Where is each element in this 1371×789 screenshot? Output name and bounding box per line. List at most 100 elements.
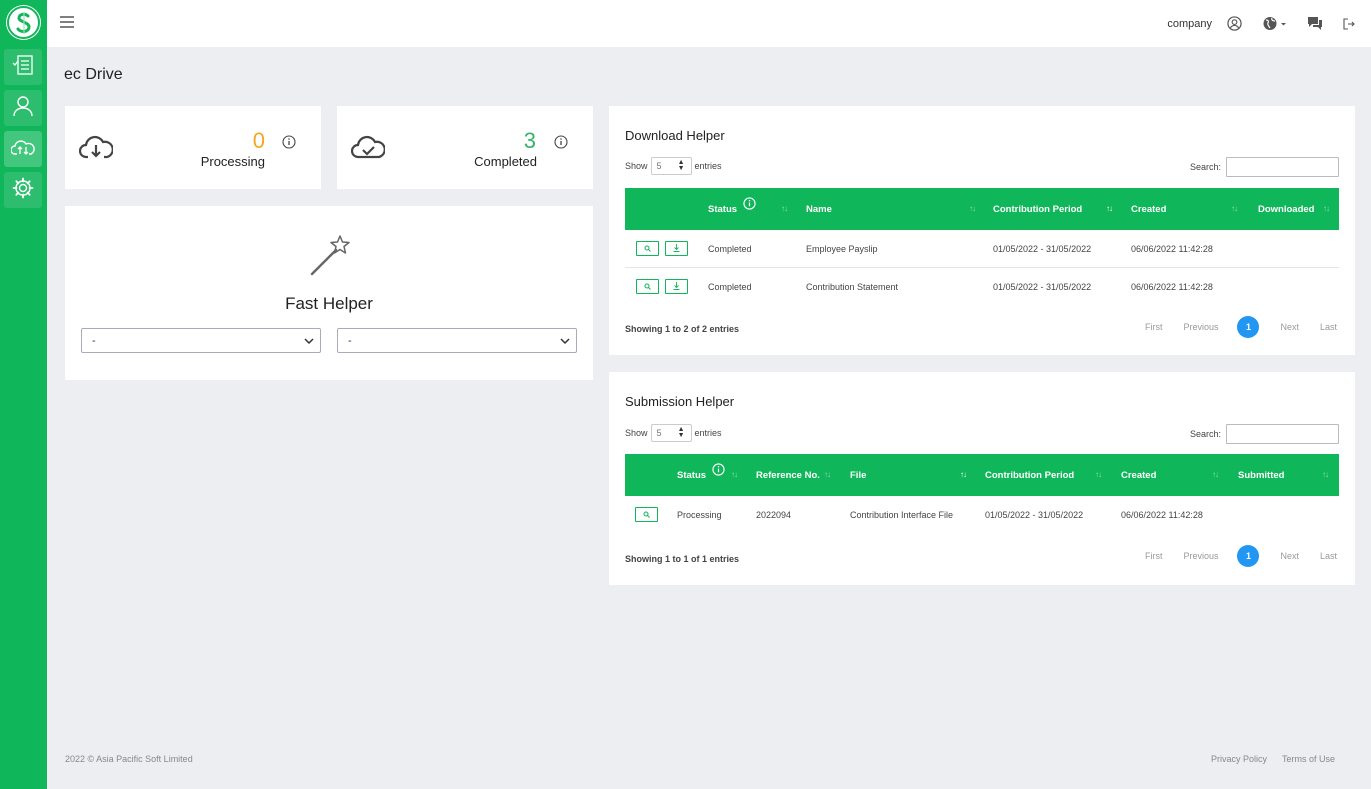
select-2-value: -	[348, 335, 352, 347]
sidebar-item-settings[interactable]	[4, 172, 42, 208]
col-status-label: Status	[708, 203, 738, 215]
page-first[interactable]: First	[1145, 551, 1163, 561]
completed-label: Completed	[474, 154, 537, 169]
col-status[interactable]: Status	[708, 188, 756, 230]
show-label: Show	[625, 161, 648, 171]
col-created[interactable]: Created	[1121, 454, 1156, 496]
download-button[interactable]	[665, 279, 688, 294]
search-box: Search:	[1190, 157, 1339, 177]
fast-helper-select-1[interactable]: -	[81, 328, 321, 353]
info-icon[interactable]	[743, 197, 756, 213]
col-period-label: Contribution Period	[993, 203, 1083, 215]
gear-icon	[12, 177, 34, 204]
search-label: Search:	[1189, 162, 1221, 172]
user-icon	[12, 95, 34, 122]
sort-desc-icon[interactable]: ↑↓	[960, 470, 967, 479]
cell-reference: 2022094	[756, 510, 792, 520]
page-previous[interactable]: Previous	[1183, 322, 1218, 332]
page-next[interactable]: Next	[1280, 322, 1299, 332]
brand-s-logo[interactable]	[7, 6, 40, 39]
document-checklist-icon	[11, 54, 35, 81]
cell-created: 06/06/2022 11:42:28	[1131, 282, 1213, 292]
sort-icon[interactable]: ↑↓	[969, 204, 976, 213]
logout-icon[interactable]	[1343, 16, 1359, 32]
col-created-label: Created	[1121, 469, 1157, 481]
col-name[interactable]: Name	[806, 188, 832, 230]
user-circle-icon[interactable]	[1227, 16, 1243, 32]
footer-links: Privacy Policy Terms of Use	[1196, 754, 1335, 764]
privacy-policy-link[interactable]: Privacy Policy	[1211, 754, 1267, 764]
sort-icon[interactable]: ↑↓	[1322, 470, 1329, 479]
col-file[interactable]: File	[850, 454, 866, 496]
info-icon[interactable]	[712, 463, 725, 479]
sort-icon[interactable]: ↑↓	[1231, 204, 1238, 213]
col-period[interactable]: Contribution Period	[993, 188, 1082, 230]
chevron-down-icon	[560, 336, 570, 348]
sidebar-item-documents[interactable]	[4, 49, 42, 85]
col-status[interactable]: Status	[677, 454, 725, 496]
search-label: Search:	[1189, 429, 1221, 439]
page-current[interactable]: 1	[1237, 316, 1260, 338]
info-icon[interactable]	[282, 135, 296, 149]
col-reference[interactable]: Reference No.	[756, 454, 820, 496]
col-reference-label: Reference No.	[756, 469, 820, 481]
chat-icon[interactable]	[1307, 16, 1323, 32]
copyright: 2022 © Asia Pacific Soft Limited	[65, 754, 193, 764]
entries-select[interactable]: 5 ▲ ▼	[650, 424, 692, 442]
view-button[interactable]	[636, 279, 659, 294]
sort-icon[interactable]: ↑↓	[781, 204, 788, 213]
submission-helper-title: Submission Helper	[625, 394, 735, 409]
select-1-value: -	[92, 335, 96, 347]
cell-period: 01/05/2022 - 31/05/2022	[993, 282, 1092, 292]
col-submitted[interactable]: Submitted	[1238, 454, 1284, 496]
col-status-label: Status	[677, 469, 707, 481]
sort-desc-icon[interactable]: ↑↓	[1106, 204, 1113, 213]
download-button[interactable]	[665, 241, 688, 256]
hamburger-icon[interactable]	[60, 15, 76, 31]
processing-count: 0	[252, 128, 265, 153]
search-input[interactable]	[1226, 157, 1339, 177]
page-next[interactable]: Next	[1280, 551, 1299, 561]
sort-icon[interactable]: ↑↓	[1323, 204, 1330, 213]
page-current[interactable]: 1	[1237, 545, 1260, 567]
page-title: ec Drive	[64, 66, 123, 83]
magic-wand-icon	[309, 234, 353, 281]
entries-select[interactable]: 5 ▲ ▼	[650, 157, 692, 175]
view-button[interactable]	[636, 241, 659, 256]
col-created[interactable]: Created	[1131, 188, 1166, 230]
page-last[interactable]: Last	[1320, 322, 1337, 332]
sidebar-item-drive[interactable]	[4, 131, 42, 167]
sidebar-item-users[interactable]	[4, 90, 42, 126]
fast-helper-title: Fast Helper	[285, 294, 373, 313]
page-last[interactable]: Last	[1320, 551, 1337, 561]
col-downloaded[interactable]: Downloaded	[1258, 188, 1314, 230]
completed-card: 3 Completed	[337, 106, 593, 189]
info-icon[interactable]	[554, 135, 568, 149]
pagination: First Previous 1 Next Last	[1124, 545, 1337, 567]
fast-helper-card: Fast Helper - -	[65, 206, 593, 380]
col-period[interactable]: Contribution Period	[985, 454, 1074, 496]
globe-icon[interactable]	[1263, 16, 1289, 32]
table-row: Completed Contribution Statement 01/05/2…	[625, 268, 1339, 306]
terms-of-use-link[interactable]: Terms of Use	[1282, 754, 1335, 764]
sort-icon[interactable]: ↑↓	[731, 470, 738, 479]
fast-helper-select-2[interactable]: -	[337, 328, 577, 353]
sort-icon[interactable]: ↑↓	[1095, 470, 1102, 479]
chevron-down-icon	[304, 336, 314, 348]
topbar: company	[47, 0, 1371, 47]
col-downloaded-label: Downloaded	[1258, 203, 1315, 215]
view-button[interactable]	[635, 507, 658, 522]
company-name[interactable]: company	[1167, 18, 1212, 30]
download-icon	[673, 243, 680, 254]
col-period-label: Contribution Period	[985, 469, 1075, 481]
search-input[interactable]	[1226, 424, 1339, 444]
show-label: Show	[625, 428, 648, 438]
page-first[interactable]: First	[1145, 322, 1163, 332]
sort-icon[interactable]: ↑↓	[824, 470, 831, 479]
sort-icon[interactable]: ↑↓	[1212, 470, 1219, 479]
cloud-transfer-icon	[10, 138, 35, 161]
cell-status: Completed	[708, 282, 752, 292]
col-name-label: Name	[806, 203, 832, 215]
page-previous[interactable]: Previous	[1183, 551, 1218, 561]
completed-count: 3	[523, 128, 536, 153]
